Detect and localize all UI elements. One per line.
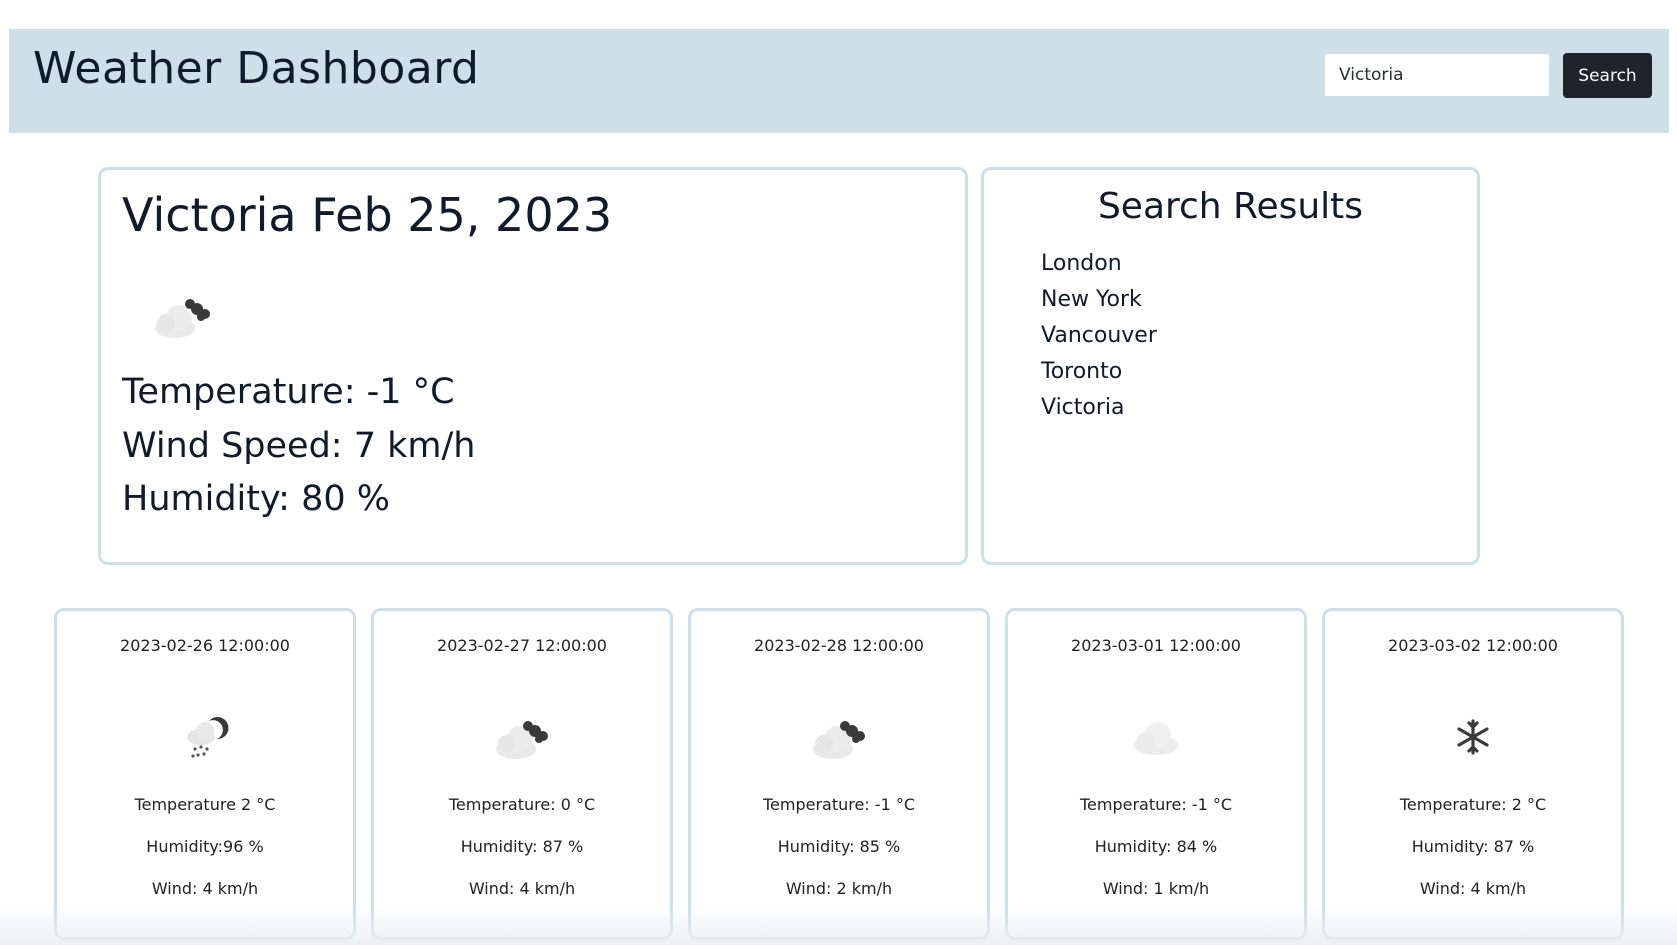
forecast-humidity: Humidity: 87 % [1411, 837, 1535, 856]
cloud-icon [496, 721, 548, 759]
snowflake-icon [1457, 719, 1489, 755]
city-search-input[interactable] [1324, 53, 1550, 97]
forecast-temperature: Temperature: 2 °C [1399, 795, 1547, 814]
search-results-list: London New York Vancouver Toronto Victor… [1041, 246, 1157, 426]
forecast-card: 2023-02-27 12:00:00 Temperature: 0 °C Hu… [371, 608, 673, 940]
search-results-title: Search Results [1097, 186, 1364, 227]
forecast-card: 2023-02-28 12:00:00 Temperature: -1 °C H… [688, 608, 990, 940]
current-city-date: Victoria Feb 25, 2023 [122, 188, 613, 242]
forecast-date: 2023-03-01 12:00:00 [1071, 636, 1241, 655]
forecast-date: 2023-02-28 12:00:00 [754, 636, 924, 655]
forecast-wind: Wind: 1 km/h [1102, 879, 1210, 898]
forecast-wind: Wind: 2 km/h [785, 879, 893, 898]
forecast-card: 2023-02-26 12:00:00 Temperature 2 °C Hum… [54, 608, 356, 940]
forecast-date: 2023-03-02 12:00:00 [1388, 636, 1558, 655]
current-humidity: Humidity: 80 % [122, 479, 390, 519]
forecast-card: 2023-03-01 12:00:00 Temperature: -1 °C H… [1005, 608, 1307, 940]
current-weather-card: Victoria Feb 25, 2023 Temperature: -1 °C… [98, 167, 968, 565]
forecast-wind: Wind: 4 km/h [468, 879, 576, 898]
app-title: Weather Dashboard [33, 43, 480, 94]
cloud-icon [813, 721, 865, 759]
forecast-wind: Wind: 4 km/h [1419, 879, 1527, 898]
forecast-temperature: Temperature: 0 °C [448, 795, 596, 814]
search-result-item[interactable]: New York [1041, 282, 1157, 318]
search-result-item[interactable]: Toronto [1041, 354, 1157, 390]
forecast-temperature: Temperature: -1 °C [1079, 795, 1233, 814]
forecast-humidity: Humidity: 84 % [1094, 837, 1218, 856]
header-bar: Weather Dashboard Search [9, 29, 1669, 133]
forecast-temperature: Temperature: -1 °C [762, 795, 916, 814]
search-button[interactable]: Search [1563, 53, 1652, 98]
forecast-date: 2023-02-27 12:00:00 [437, 636, 607, 655]
search-result-item[interactable]: London [1041, 246, 1157, 282]
snow-cloud-icon [187, 717, 229, 758]
forecast-wind: Wind: 4 km/h [151, 879, 259, 898]
forecast-date: 2023-02-26 12:00:00 [120, 636, 290, 655]
light-cloud-icon [1134, 722, 1178, 755]
cloud-icon [155, 299, 210, 338]
search-result-item[interactable]: Vancouver [1041, 318, 1157, 354]
forecast-temperature: Temperature 2 °C [134, 795, 276, 814]
current-wind-speed: Wind Speed: 7 km/h [122, 426, 476, 466]
forecast-humidity: Humidity: 85 % [777, 837, 901, 856]
search-results-card: Search Results London New York Vancouver… [981, 167, 1480, 565]
search-result-item[interactable]: Victoria [1041, 390, 1157, 426]
current-temperature: Temperature: -1 °C [122, 372, 455, 412]
forecast-humidity: Humidity: 87 % [460, 837, 584, 856]
forecast-humidity: Humidity:96 % [146, 837, 264, 856]
forecast-card: 2023-03-02 12:00:00 Temperature: 2 °C Hu… [1322, 608, 1624, 940]
